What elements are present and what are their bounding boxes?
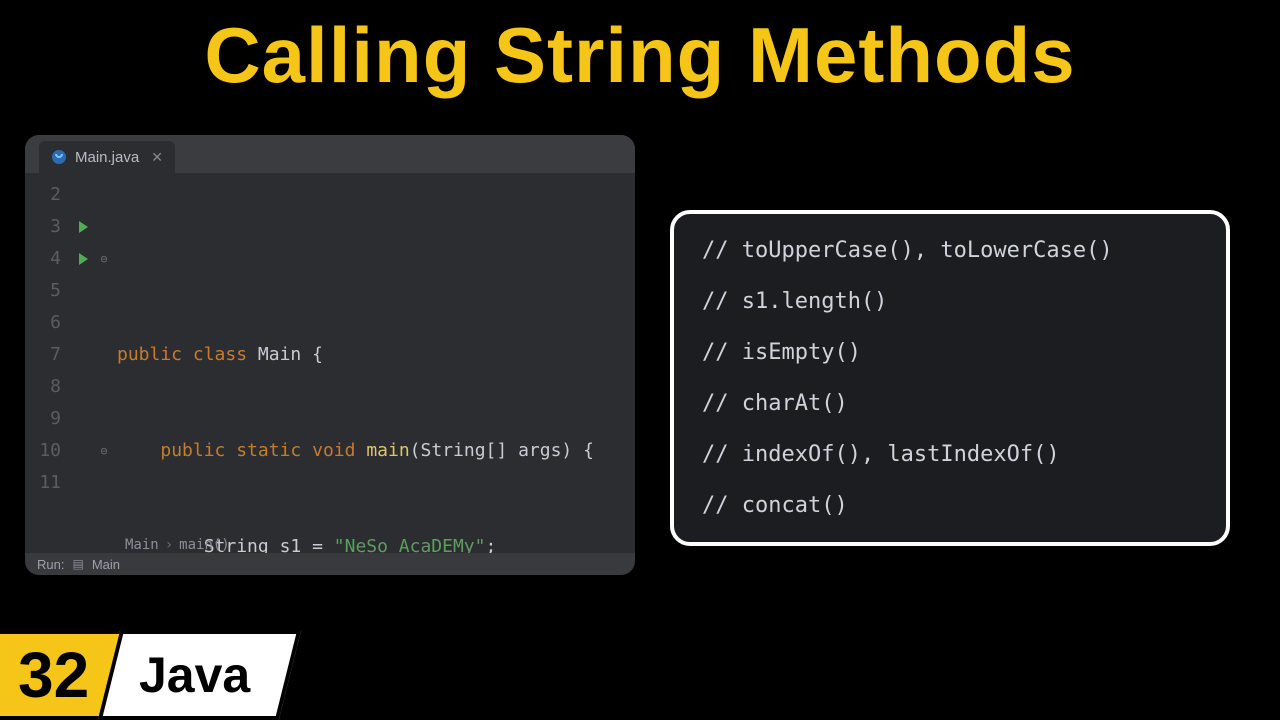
file-tab[interactable]: Main.java ✕ bbox=[39, 141, 175, 173]
page-title: Calling String Methods bbox=[0, 10, 1280, 101]
code-area[interactable]: public class Main { public static void m… bbox=[113, 179, 635, 575]
list-item: // s1.length() bbox=[702, 289, 1198, 314]
close-icon[interactable]: ✕ bbox=[151, 149, 163, 166]
tab-bar: Main.java ✕ bbox=[25, 135, 635, 173]
fold-icon[interactable]: ⊖ bbox=[95, 243, 113, 275]
language-badge: Java bbox=[98, 630, 302, 720]
run-config[interactable]: Main bbox=[92, 557, 120, 572]
fold-icon[interactable]: ⊖ bbox=[95, 435, 113, 467]
run-icon[interactable] bbox=[79, 253, 88, 265]
config-icon[interactable]: ▤ bbox=[72, 557, 83, 571]
fold-gutter: ⊖ ⊖ bbox=[95, 179, 113, 575]
methods-card: // toUpperCase(), toLowerCase() // s1.le… bbox=[670, 210, 1230, 546]
lesson-badge: 32 Java bbox=[0, 630, 290, 720]
list-item: // concat() bbox=[702, 493, 1198, 518]
ide-panel: Main.java ✕ 2 3 4 5 6 7 8 9 10 11 ⊖ ⊖ bbox=[25, 135, 635, 575]
list-item: // charAt() bbox=[702, 391, 1198, 416]
run-label: Run: bbox=[37, 557, 64, 572]
run-gutter bbox=[71, 179, 95, 575]
list-item: // isEmpty() bbox=[702, 340, 1198, 365]
run-toolbar: Run: ▤ Main bbox=[25, 553, 635, 575]
breadcrumb[interactable]: Main›main() bbox=[125, 537, 230, 553]
list-item: // indexOf(), lastIndexOf() bbox=[702, 442, 1198, 467]
line-number-gutter: 2 3 4 5 6 7 8 9 10 11 bbox=[25, 179, 71, 575]
tab-label: Main.java bbox=[75, 149, 139, 166]
list-item: // toUpperCase(), toLowerCase() bbox=[702, 238, 1198, 263]
editor[interactable]: 2 3 4 5 6 7 8 9 10 11 ⊖ ⊖ public class M… bbox=[25, 173, 635, 575]
java-file-icon bbox=[51, 149, 67, 165]
run-icon[interactable] bbox=[79, 221, 88, 233]
